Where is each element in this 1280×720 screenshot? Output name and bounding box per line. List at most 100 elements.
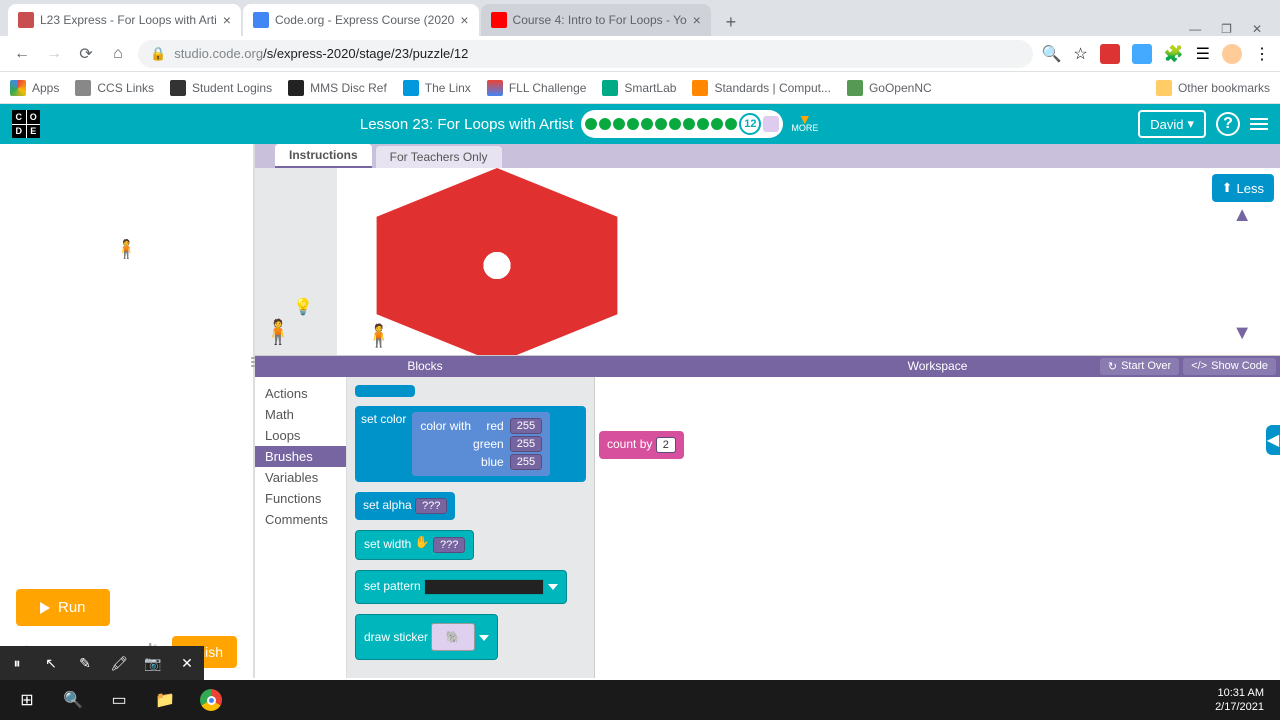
- url-input[interactable]: 🔒 studio.code.org/s/express-2020/stage/2…: [138, 40, 1033, 68]
- bookmark-item[interactable]: The Linx: [403, 80, 471, 96]
- tab-title: Course 4: Intro to For Loops - Yo: [513, 13, 687, 27]
- start-over-button[interactable]: ↻ Start Over: [1100, 358, 1179, 375]
- category-actions[interactable]: Actions: [255, 383, 346, 404]
- tab-teachers[interactable]: For Teachers Only: [376, 146, 502, 168]
- set-width-block[interactable]: set width ✋ ???: [355, 530, 474, 560]
- home-button[interactable]: ⌂: [106, 42, 130, 66]
- app-header: CODE Lesson 23: For Loops with Artist 12…: [0, 104, 1280, 144]
- hamburger-menu[interactable]: [1250, 118, 1268, 130]
- bookmark-item[interactable]: SmartLab: [602, 80, 676, 96]
- block-fragment[interactable]: [355, 385, 415, 397]
- blocks-header: Blocks: [255, 356, 595, 377]
- flag-icon: [763, 116, 779, 132]
- feedback-tab[interactable]: ◀: [1266, 425, 1280, 455]
- menu-icon[interactable]: ⋮: [1254, 44, 1270, 64]
- close-icon[interactable]: ✕: [170, 646, 204, 680]
- tab-close-icon[interactable]: ×: [693, 12, 701, 28]
- block-categories: Actions Math Loops Brushes Variables Fun…: [255, 377, 347, 678]
- extension-icon[interactable]: [1100, 44, 1120, 64]
- hint-bulb-icon[interactable]: 💡: [293, 297, 313, 317]
- highlighter-icon[interactable]: 🖍: [102, 646, 136, 680]
- favicon: [18, 12, 34, 28]
- clock-date: 2/17/2021: [1215, 700, 1264, 714]
- video-controls: ⏸ ↖ ✎ 🖍 📷 ✕: [0, 646, 204, 680]
- hint-character-icon[interactable]: 🧍: [263, 318, 293, 347]
- star-icon[interactable]: ☆: [1073, 44, 1087, 64]
- category-brushes[interactable]: Brushes: [255, 446, 346, 467]
- block-toolbox: set color color with red 255 green 255 b…: [347, 377, 595, 678]
- extension-icon[interactable]: [1132, 44, 1152, 64]
- window-minimize[interactable]: —: [1189, 22, 1201, 36]
- category-math[interactable]: Math: [255, 404, 346, 425]
- new-tab-button[interactable]: +: [717, 8, 745, 36]
- artist-preview-icon: 🧍: [365, 323, 392, 349]
- count-by-block[interactable]: count by 2: [599, 431, 684, 459]
- draw-sticker-block[interactable]: draw sticker 🐘: [355, 614, 498, 660]
- artist-character-icon: 🧍: [115, 239, 137, 260]
- browser-tab-strip: L23 Express - For Loops with Arti × Code…: [0, 0, 1280, 36]
- codeorg-logo[interactable]: CODE: [12, 110, 40, 138]
- window-maximize[interactable]: ❐: [1221, 22, 1232, 36]
- bookmarks-bar: Apps CCS Links Student Logins MMS Disc R…: [0, 72, 1280, 104]
- user-menu[interactable]: David▾: [1138, 110, 1206, 138]
- artist-stage: 🧍: [0, 144, 253, 579]
- browser-tab[interactable]: Code.org - Express Course (2020 ×: [243, 4, 479, 36]
- file-explorer-icon[interactable]: 📁: [142, 680, 188, 720]
- url-path: /s/express-2020/stage/23/puzzle/12: [263, 46, 468, 61]
- window-close[interactable]: ✕: [1252, 22, 1262, 36]
- workspace-canvas[interactable]: count by 2: [595, 377, 1280, 678]
- extensions-icon[interactable]: 🧩: [1164, 44, 1184, 64]
- task-view-icon[interactable]: ▭: [96, 680, 142, 720]
- lock-icon: 🔒: [150, 46, 166, 62]
- instruction-tabs: Instructions For Teachers Only: [255, 144, 1280, 168]
- scroll-down-icon[interactable]: ▼: [1232, 322, 1252, 345]
- current-puzzle[interactable]: 12: [739, 113, 761, 135]
- category-comments[interactable]: Comments: [255, 509, 346, 530]
- progress-indicator[interactable]: 12: [581, 110, 783, 138]
- address-bar: ← → ⟳ ⌂ 🔒 studio.code.org/s/express-2020…: [0, 36, 1280, 72]
- pencil-icon[interactable]: ✎: [68, 646, 102, 680]
- tab-close-icon[interactable]: ×: [223, 12, 231, 28]
- windows-taskbar: ⊞ 🔍 ▭ 📁 10:31 AM 2/17/2021: [0, 680, 1280, 720]
- bookmark-item[interactable]: CCS Links: [75, 80, 154, 96]
- more-button[interactable]: ▼MORE: [791, 115, 818, 133]
- show-code-button[interactable]: </> Show Code: [1183, 358, 1276, 375]
- target-image: [357, 168, 637, 355]
- less-button[interactable]: ⬆ Less: [1212, 174, 1274, 202]
- apps-button[interactable]: Apps: [10, 80, 59, 96]
- set-pattern-block[interactable]: set pattern: [355, 570, 567, 604]
- camera-icon[interactable]: 📷: [136, 646, 170, 680]
- scroll-up-icon[interactable]: ▲: [1232, 204, 1252, 227]
- bookmark-item[interactable]: Student Logins: [170, 80, 272, 96]
- tab-close-icon[interactable]: ×: [460, 12, 468, 28]
- reading-list-icon[interactable]: ☰: [1196, 44, 1210, 64]
- instructions-panel: 🧍 💡 🧍 ⬆ Less ▲ ▼: [255, 168, 1280, 356]
- start-button[interactable]: ⊞: [4, 680, 50, 720]
- set-color-block[interactable]: set color color with red 255 green 255 b…: [355, 406, 586, 482]
- profile-avatar[interactable]: [1222, 44, 1242, 64]
- bookmark-item[interactable]: FLL Challenge: [487, 80, 587, 96]
- category-functions[interactable]: Functions: [255, 488, 346, 509]
- zoom-icon[interactable]: 🔍: [1041, 44, 1061, 64]
- run-button[interactable]: Run: [16, 589, 110, 626]
- category-variables[interactable]: Variables: [255, 467, 346, 488]
- pause-icon[interactable]: ⏸: [0, 646, 34, 680]
- system-tray[interactable]: 10:31 AM 2/17/2021: [1215, 686, 1276, 714]
- forward-button[interactable]: →: [42, 42, 66, 66]
- cursor-icon[interactable]: ↖: [34, 646, 68, 680]
- help-button[interactable]: ?: [1216, 112, 1240, 136]
- other-bookmarks[interactable]: Other bookmarks: [1156, 80, 1270, 96]
- tab-instructions[interactable]: Instructions: [275, 144, 372, 168]
- search-icon[interactable]: 🔍: [50, 680, 96, 720]
- bookmark-item[interactable]: GoOpenNC: [847, 80, 932, 96]
- category-loops[interactable]: Loops: [255, 425, 346, 446]
- chrome-icon[interactable]: [188, 680, 234, 720]
- set-alpha-block[interactable]: set alpha ???: [355, 492, 455, 520]
- bookmark-item[interactable]: Standards | Comput...: [692, 80, 831, 96]
- browser-tab[interactable]: L23 Express - For Loops with Arti ×: [8, 4, 241, 36]
- browser-tab[interactable]: Course 4: Intro to For Loops - Yo ×: [481, 4, 711, 36]
- bookmark-item[interactable]: MMS Disc Ref: [288, 80, 387, 96]
- reload-button[interactable]: ⟳: [74, 42, 98, 66]
- back-button[interactable]: ←: [10, 42, 34, 66]
- workspace-header: Workspace ↻ Start Over </> Show Code: [595, 356, 1280, 377]
